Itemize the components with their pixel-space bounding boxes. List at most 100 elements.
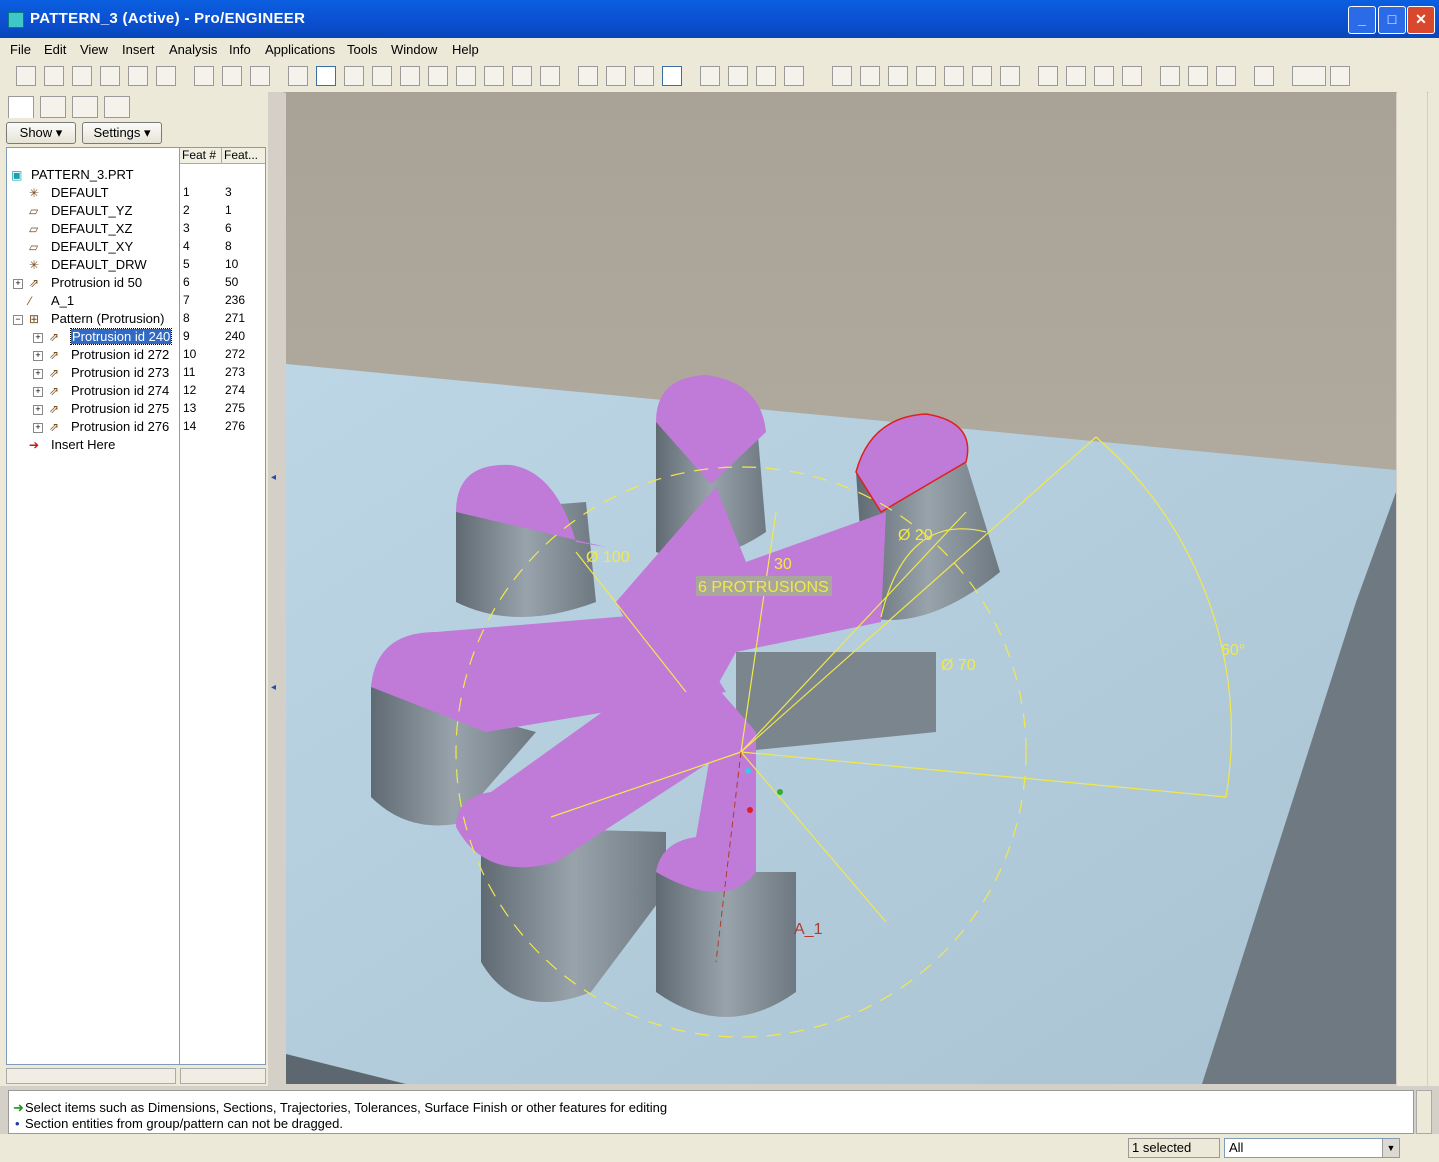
message-scrollbar[interactable] [1416, 1090, 1432, 1134]
tree-row[interactable]: + ⇗ Protrusion id 274 12 274 [7, 382, 265, 400]
reorient-icon[interactable] [456, 66, 476, 86]
menu-insert[interactable]: Insert [122, 42, 155, 57]
print-icon[interactable] [100, 66, 120, 86]
refit-icon[interactable] [428, 66, 448, 86]
dim-60-angle-label[interactable]: 60° [1221, 642, 1245, 659]
tree-row[interactable]: ➔ Insert Here [7, 436, 265, 454]
regenerate-icon[interactable] [250, 66, 270, 86]
shell-tool-icon[interactable] [1401, 336, 1423, 358]
thicken-tool-icon[interactable] [1401, 748, 1423, 770]
style-tool-icon[interactable] [1401, 598, 1423, 620]
family-table-icon[interactable] [972, 66, 992, 86]
annotation-icon[interactable] [1094, 66, 1114, 86]
dim-d70-label[interactable]: Ø 70 [941, 657, 976, 674]
expand-arrow-icon[interactable]: ◂ [271, 682, 276, 706]
chamfer-tool-icon[interactable] [1401, 448, 1423, 470]
settings-menu-button[interactable]: Settings ▾ [82, 122, 162, 144]
saved-views-icon[interactable] [484, 66, 504, 86]
expand-toggle-icon[interactable]: + [33, 333, 43, 343]
menu-info[interactable]: Info [229, 42, 251, 57]
datum-curve-tool-icon[interactable] [1401, 158, 1423, 180]
selection-filter-dropdown[interactable]: All ▼ [1224, 1138, 1400, 1158]
tree-horizontal-scrollbar[interactable] [6, 1068, 176, 1084]
open-file-icon[interactable] [44, 66, 64, 86]
collapse-arrow-icon[interactable]: ◂ [271, 472, 276, 496]
email-attachment-icon[interactable] [156, 66, 176, 86]
tree-row[interactable]: ▱ DEFAULT_XY 4 8 [7, 238, 265, 256]
switch-dimensions-icon[interactable] [888, 66, 908, 86]
camera-icon[interactable] [1066, 66, 1086, 86]
analysis-feature-icon[interactable] [1401, 270, 1423, 292]
wireframe-icon[interactable] [578, 66, 598, 86]
selection-filter-icon[interactable] [1292, 66, 1326, 86]
globe-icon[interactable] [1038, 66, 1058, 86]
tree-row[interactable]: + ⇗ Protrusion id 240 9 240 [7, 328, 265, 346]
tab-folder-browser-icon[interactable] [40, 96, 66, 118]
context-help-icon[interactable] [1254, 66, 1274, 86]
pattern-tool-icon[interactable] [1401, 776, 1423, 798]
parameters-icon[interactable] [944, 66, 964, 86]
extrude-tool-icon[interactable] [1401, 486, 1423, 508]
collapse-toggle-icon[interactable]: − [13, 315, 23, 325]
tab-model-tree-icon[interactable] [8, 96, 34, 118]
spin-center-icon[interactable] [316, 66, 336, 86]
menu-edit[interactable]: Edit [44, 42, 66, 57]
graphics-window[interactable]: Ø 100 Ø 20 Ø 70 30 60° 6 PROTRUSIONS A_1 [286, 92, 1396, 1084]
window-pick-icon[interactable] [1188, 66, 1208, 86]
trim-tool-icon[interactable] [1401, 692, 1423, 714]
collaboration-icon[interactable] [1122, 66, 1142, 86]
expand-toggle-icon[interactable]: + [33, 387, 43, 397]
datum-points-display-icon[interactable] [756, 66, 776, 86]
chevron-down-icon[interactable]: ▼ [1382, 1139, 1399, 1157]
window-activate-icon[interactable] [1160, 66, 1180, 86]
dim-30-label[interactable]: 30 [774, 556, 792, 573]
model-viewport-svg[interactable]: Ø 100 Ø 20 Ø 70 30 60° 6 PROTRUSIONS A_1 [286, 92, 1396, 1084]
layers-icon[interactable] [512, 66, 532, 86]
new-file-icon[interactable] [16, 66, 36, 86]
tree-row[interactable]: + ⇗ Protrusion id 272 10 272 [7, 346, 265, 364]
columns-horizontal-scrollbar[interactable] [180, 1068, 266, 1084]
dim-d20-label[interactable]: Ø 20 [898, 527, 933, 544]
show-menu-button[interactable]: Show ▾ [6, 122, 76, 144]
zoom-out-icon[interactable] [400, 66, 420, 86]
datum-point-tool-icon[interactable] [1401, 214, 1423, 236]
datum-axis-tool-icon[interactable] [1401, 130, 1423, 152]
blend-tool-icon[interactable] [1401, 570, 1423, 592]
expand-toggle-icon[interactable]: + [33, 405, 43, 415]
menu-applications[interactable]: Applications [265, 42, 335, 57]
menu-analysis[interactable]: Analysis [169, 42, 217, 57]
axis-a1-label[interactable]: A_1 [794, 921, 823, 938]
tree-row[interactable]: − ⊞ Pattern (Protrusion) 8 271 [7, 310, 265, 328]
tree-row[interactable]: ▣ PATTERN_3.PRT [7, 166, 265, 184]
menu-window[interactable]: Window [391, 42, 437, 57]
tree-row[interactable]: + ⇗ Protrusion id 276 14 276 [7, 418, 265, 436]
variable-sweep-icon[interactable] [1401, 542, 1423, 564]
round-tool-icon[interactable] [1401, 420, 1423, 442]
model-info-icon[interactable] [860, 66, 880, 86]
datum-axes-display-icon[interactable] [728, 66, 748, 86]
redo-icon[interactable] [222, 66, 242, 86]
datum-plane-tool-icon[interactable] [1401, 102, 1423, 124]
shading-icon[interactable] [662, 66, 682, 86]
menu-view[interactable]: View [80, 42, 108, 57]
search-binoculars-icon[interactable] [1330, 66, 1350, 86]
csys-tool-icon[interactable] [1401, 242, 1423, 264]
csys-display-icon[interactable] [784, 66, 804, 86]
merge-tool-icon[interactable] [1401, 636, 1423, 658]
zoom-in-icon[interactable] [372, 66, 392, 86]
tree-row[interactable]: ▱ DEFAULT_YZ 2 1 [7, 202, 265, 220]
draft-tool-icon[interactable] [1401, 392, 1423, 414]
maximize-button[interactable]: □ [1378, 6, 1406, 34]
minimize-button[interactable]: _ [1348, 6, 1376, 34]
expand-toggle-icon[interactable]: + [33, 369, 43, 379]
window-close-icon[interactable] [1216, 66, 1236, 86]
tree-row[interactable]: ✳ DEFAULT_DRW 5 10 [7, 256, 265, 274]
column-header-feat-num[interactable]: Feat # [179, 148, 221, 164]
right-scrollbar[interactable] [1428, 92, 1439, 1086]
mirror-tool-icon[interactable] [1401, 664, 1423, 686]
hidden-line-icon[interactable] [606, 66, 626, 86]
feature-info-icon[interactable] [832, 66, 852, 86]
offset-tool-icon[interactable] [1401, 720, 1423, 742]
rib-tool-icon[interactable] [1401, 364, 1423, 386]
tree-row[interactable]: ✳ DEFAULT 1 3 [7, 184, 265, 202]
